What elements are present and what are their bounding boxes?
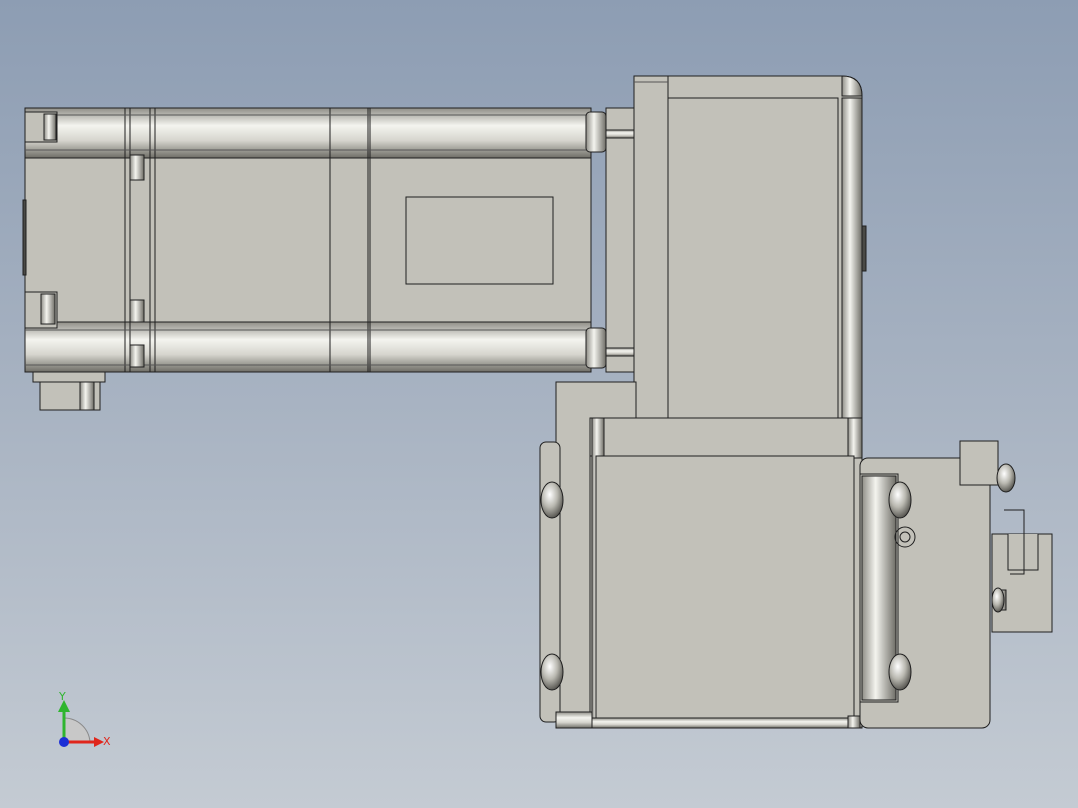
triad-quadrant bbox=[63, 717, 91, 743]
cad-model-view[interactable]: Y X bbox=[0, 0, 1078, 808]
triad-y-label: Y bbox=[58, 690, 66, 703]
coordinate-triad-icon[interactable]: Y X bbox=[58, 690, 111, 748]
graphics-viewport[interactable]: Y X bbox=[0, 0, 1078, 808]
motor-flange bbox=[605, 107, 637, 373]
servo-motor-assembly bbox=[22, 75, 1053, 729]
motor-body bbox=[22, 107, 607, 411]
triad-z-axis bbox=[59, 737, 69, 747]
triad-x-label: X bbox=[103, 735, 111, 748]
gearbox-lower-housing bbox=[539, 381, 863, 729]
output-block bbox=[859, 440, 1053, 729]
